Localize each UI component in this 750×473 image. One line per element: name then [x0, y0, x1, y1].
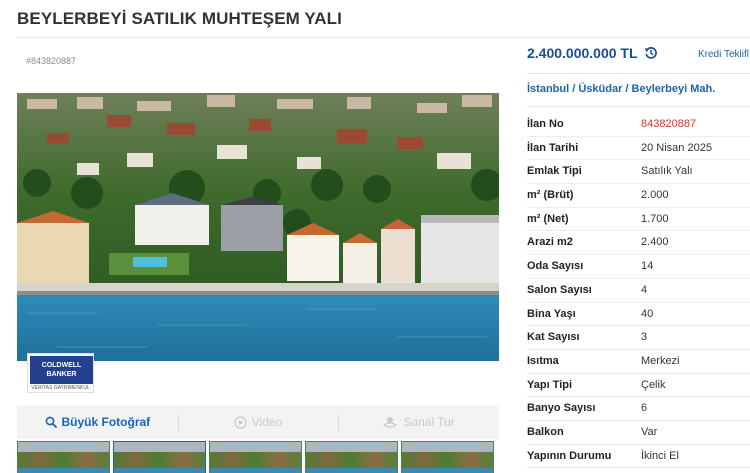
search-icon [45, 416, 57, 428]
detail-value: 2.000 [641, 189, 669, 202]
detail-key: Arazi m2 [527, 236, 573, 249]
detail-row: Yapının Durumu İkinci El [527, 445, 750, 469]
detail-row: Balkon Var [527, 421, 750, 445]
thumbnail[interactable] [209, 441, 302, 473]
detail-key: İlan No [527, 118, 564, 130]
detail-row: Oda Sayısı 14 [527, 255, 750, 279]
detail-value: İkinci El [641, 449, 679, 462]
detail-key: Yapının Durumu [527, 449, 612, 462]
agency-logo: COLDWELL BANKER VERITAS GAYRIMENKUL [27, 353, 94, 393]
logo-line-2: BANKER [46, 371, 77, 378]
detail-value: 3 [641, 331, 648, 344]
waterfront-photo [17, 93, 499, 361]
detail-row: Yapı Tipi Çelik [527, 374, 750, 398]
detail-value: Var [641, 425, 658, 438]
photo-tabs: Büyük Fotoğraf Video Sanal Tur [17, 405, 499, 439]
detail-key: Salon Sayısı [527, 283, 592, 296]
price: 2.400.000.000 TL [527, 45, 658, 61]
location-breadcrumb[interactable]: İstanbul / Üsküdar / Beylerbeyi Mah. [527, 83, 715, 95]
thumbnail-strip [17, 439, 499, 473]
detail-key: Yapı Tipi [527, 378, 573, 391]
detail-row: Bina Yaşı 40 [527, 303, 750, 327]
detail-key: Kat Sayısı [527, 331, 580, 344]
detail-value: Satılık Yalı [641, 165, 693, 178]
thumbnail[interactable] [305, 441, 398, 473]
detail-value: 843820887 [641, 118, 697, 130]
detail-key: m² (Net) [527, 212, 569, 225]
detail-key: Isıtma [527, 354, 559, 367]
detail-row: m² (Net) 1.700 [527, 208, 750, 232]
detail-value: 14 [641, 260, 654, 273]
detail-row: m² (Brüt) 2.000 [527, 184, 750, 208]
detail-value: 20 Nisan 2025 [641, 141, 712, 154]
tab-video[interactable]: Video [177, 405, 339, 439]
detail-value: 4 [641, 283, 648, 296]
detail-row: Emlak Tipi Satılık Yalı [527, 160, 750, 185]
tab-large-photo[interactable]: Büyük Fotoğraf [17, 405, 178, 439]
tab-virtual-tour[interactable]: Sanal Tur [338, 405, 499, 439]
tab-video-label: Video [251, 415, 283, 429]
logo-subtitle: VERITAS GAYRIMENKUL [31, 385, 90, 391]
detail-row: İlan Tarihi 20 Nisan 2025 [527, 137, 750, 161]
detail-key: Bina Yaşı [527, 307, 576, 320]
price-history-icon[interactable] [644, 46, 658, 60]
detail-value: Merkezi [641, 354, 680, 367]
title-divider [17, 37, 750, 38]
tour-icon [383, 416, 398, 428]
detail-row: Salon Sayısı 4 [527, 279, 750, 303]
detail-row: Banyo Sayısı 6 [527, 397, 750, 421]
details-table: İlan No 843820887 İlan Tarihi 20 Nisan 202… [527, 113, 750, 469]
detail-key: Emlak Tipi [527, 165, 582, 178]
detail-value: 6 [641, 402, 648, 415]
listing-title: BEYLERBEYİ SATILIK MUHTEŞEM YALI [17, 9, 342, 28]
detail-row: Kat Sayısı 3 [527, 326, 750, 350]
detail-key: Balkon [527, 425, 564, 438]
thumbnail[interactable] [17, 441, 110, 473]
credit-offer-link[interactable]: Kredi Teklifl [698, 49, 749, 60]
detail-key: m² (Brüt) [527, 189, 574, 202]
price-divider [527, 73, 750, 74]
detail-value: 40 [641, 307, 654, 320]
logo-line-1: COLDWELL [41, 362, 82, 369]
listing-id: #843820887 [26, 56, 77, 66]
breadcrumb-divider [527, 106, 750, 107]
thumbnail-selected[interactable] [113, 441, 206, 473]
detail-key: Banyo Sayısı [527, 402, 596, 415]
detail-key: İlan Tarihi [527, 141, 579, 154]
main-photo[interactable] [17, 93, 499, 361]
detail-value: Çelik [641, 378, 666, 391]
detail-row: Arazi m2 2.400 [527, 231, 750, 256]
tab-large-photo-label: Büyük Fotoğraf [61, 415, 151, 429]
thumbnail[interactable] [401, 441, 494, 473]
detail-row: Isıtma Merkezi [527, 350, 750, 374]
play-icon [234, 415, 247, 429]
price-amount: 2.400.000.000 TL [527, 45, 638, 61]
detail-value: 1.700 [641, 212, 669, 225]
tab-virtual-tour-label: Sanal Tur [403, 415, 455, 429]
detail-key: Oda Sayısı [527, 260, 584, 273]
detail-row: İlan No 843820887 [527, 113, 750, 137]
detail-value: 2.400 [641, 236, 669, 249]
